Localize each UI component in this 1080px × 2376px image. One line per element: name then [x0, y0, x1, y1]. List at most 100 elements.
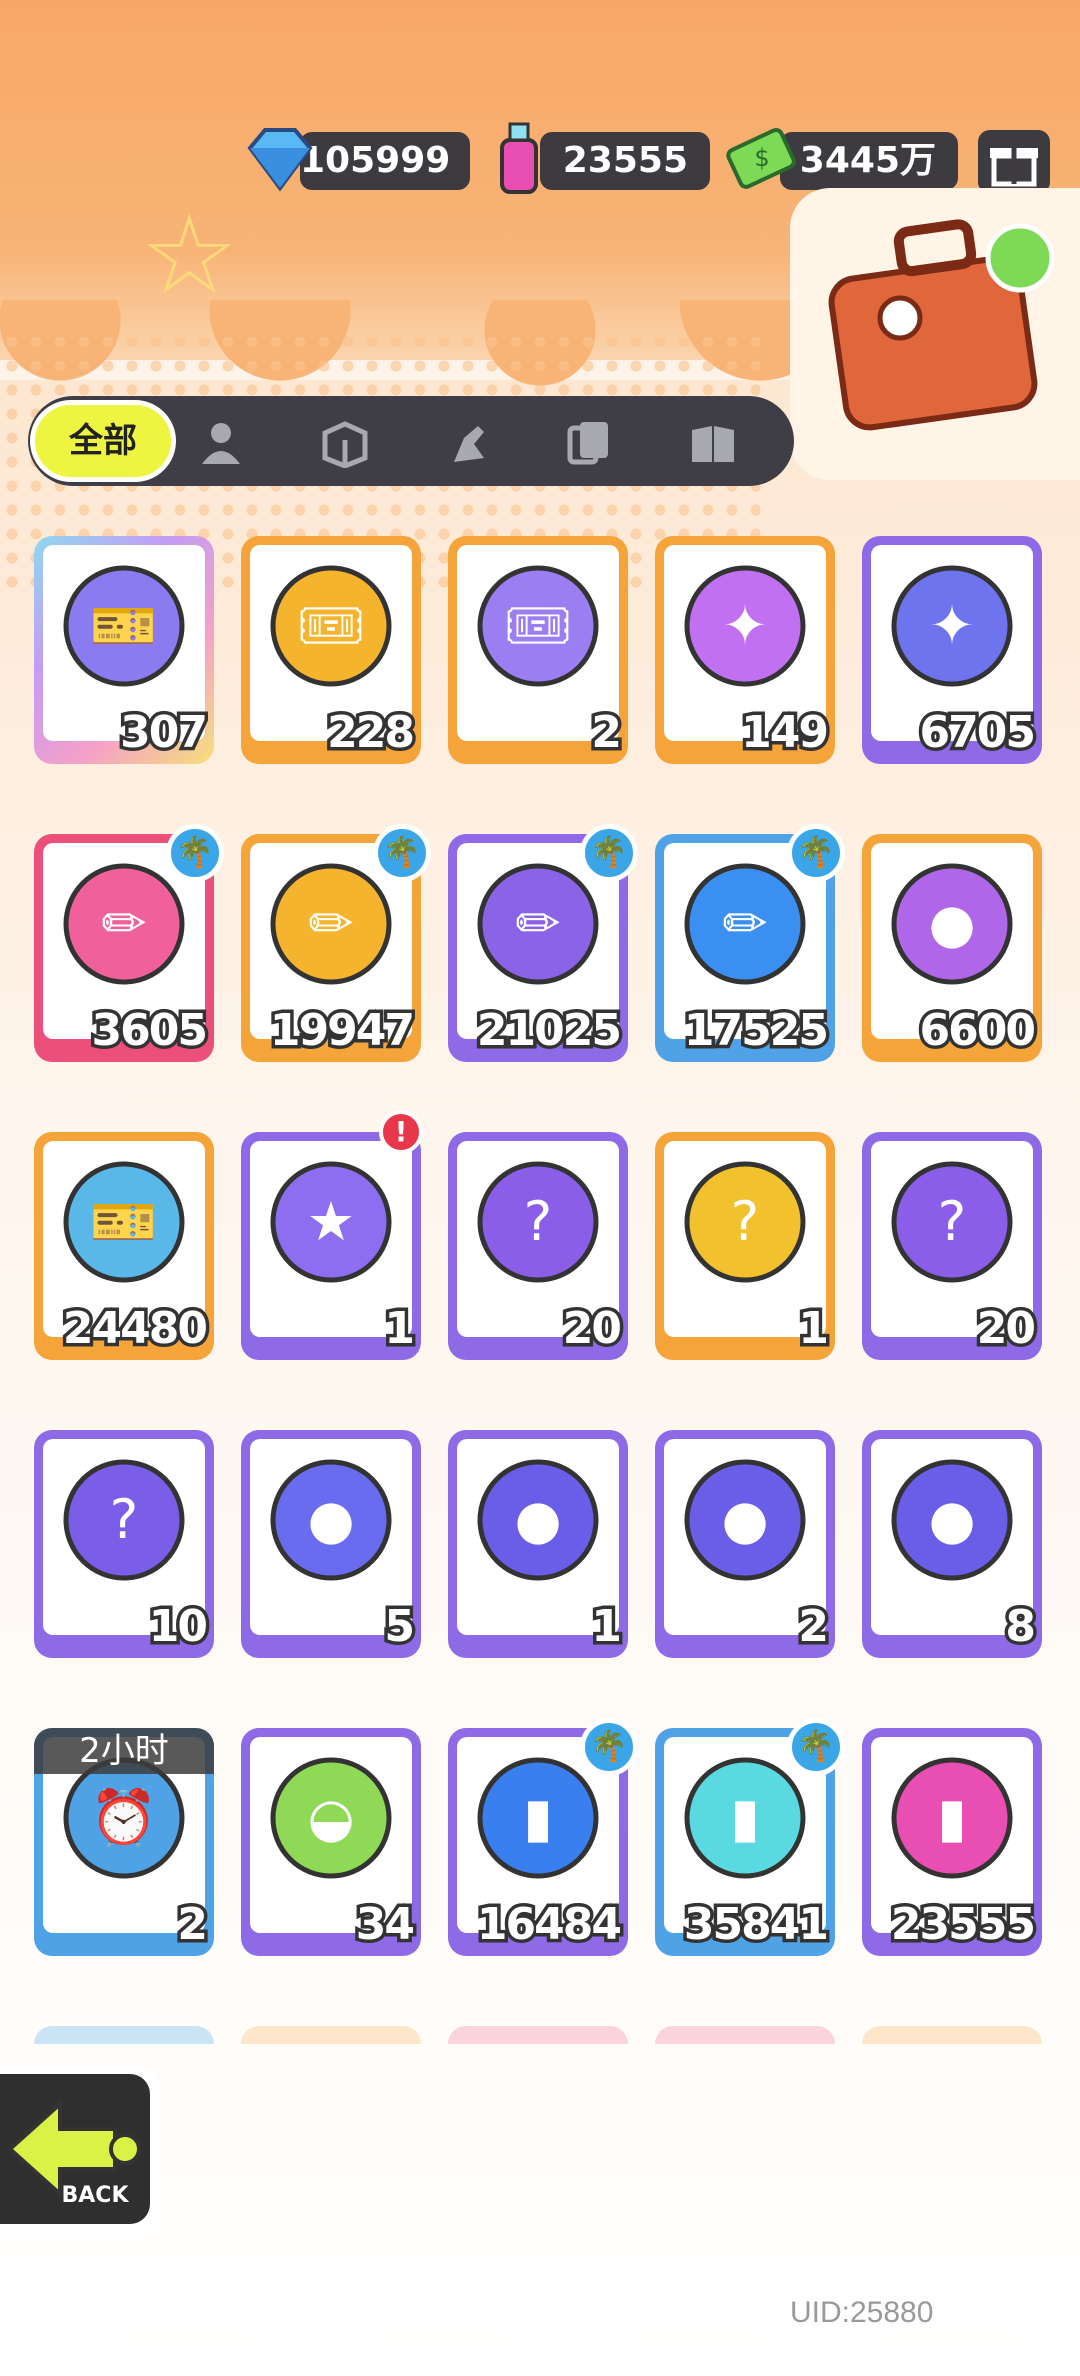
inventory-item-purple-crayon[interactable]: ✏ 🌴 21025	[448, 824, 638, 1062]
inventory-item-pet-ball-fish[interactable]: ● 5	[241, 1430, 421, 1658]
inventory-item-partial	[241, 2026, 421, 2044]
diamond-counter[interactable]: 105999	[300, 132, 470, 190]
inventory-item-green-cup[interactable]: ◒ 34	[241, 1728, 421, 1956]
inventory-item-deity-mystery-gold[interactable]: ? 1	[655, 1132, 835, 1360]
inventory-item-ticket-gold[interactable]: 🎟 228	[241, 536, 421, 764]
item-count: 1	[381, 1300, 419, 1358]
item-count: 2	[174, 1896, 212, 1954]
gift-icon	[990, 148, 1038, 187]
paint-counter[interactable]: 23555	[540, 132, 710, 190]
back-arrow-icon: BACK	[7, 2099, 141, 2208]
yellow-crayon-icon: ✏	[270, 863, 392, 985]
inventory-item-pet-ball-jelly[interactable]: ● 2	[655, 1430, 835, 1658]
star-decoration-icon: ☆	[140, 191, 239, 319]
inventory-item-mystery-egg[interactable]: ? 20	[448, 1132, 628, 1360]
money-counter[interactable]: 3445万	[780, 132, 958, 190]
inventory-item-partial	[655, 2026, 835, 2044]
book-icon[interactable]	[688, 418, 738, 468]
inventory-item-pink-crayon[interactable]: ✏ 🌴 3605	[34, 824, 224, 1062]
inventory-item-pink-spray-can[interactable]: ▮ 23555	[862, 1728, 1042, 1956]
svg-text:✏: ✏	[308, 892, 353, 955]
inventory-item-blue-crayon[interactable]: ✏ 🌴 17525	[655, 824, 845, 1062]
svg-text:✏: ✏	[101, 892, 146, 955]
blue-star-icon: ✦	[891, 565, 1013, 687]
back-button-body: BACK	[0, 2074, 150, 2224]
box-icon[interactable]	[320, 418, 370, 468]
inventory-item-partial	[34, 2026, 214, 2044]
item-count: 8	[1002, 1598, 1040, 1656]
svg-text:◒: ◒	[307, 1786, 354, 1849]
tab-all[interactable]: 全部	[30, 400, 176, 482]
diamond-icon	[247, 128, 313, 192]
svg-text:🎟: 🎟	[297, 594, 366, 657]
paint-value: 23555	[562, 140, 688, 181]
inventory-item-season-ticket[interactable]: 🎫 24480	[34, 1132, 214, 1360]
item-timer: 2小时	[34, 1728, 214, 1774]
item-count: 1	[588, 1598, 626, 1656]
svg-text:$: $	[754, 144, 769, 172]
pet-ball-jelly-icon: ●	[684, 1459, 806, 1581]
item-count: 34	[352, 1896, 418, 1954]
inventory-item-pet-ball-piranha[interactable]: ● 1	[448, 1430, 628, 1658]
ticket-purple-icon: 🎟	[477, 565, 599, 687]
item-count: 307	[117, 704, 212, 762]
inventory-item-color-ticket-rainbow[interactable]: 🎫 307	[34, 536, 214, 764]
inventory-item-pet-ball-plant[interactable]: ● 8	[862, 1430, 1042, 1658]
inventory-item-partial	[448, 2026, 628, 2044]
item-count: 23555	[887, 1896, 1039, 1954]
rainbow-star-icon: ✦	[684, 565, 806, 687]
inventory-item-travel-card[interactable]: ★! 1	[241, 1110, 423, 1360]
svg-text:✦: ✦	[929, 594, 974, 657]
item-count: 19947	[266, 1002, 418, 1060]
inventory-item-blue-star[interactable]: ✦ 6705	[862, 536, 1042, 764]
world-travel-button[interactable]	[790, 188, 1080, 480]
svg-text:✏: ✏	[722, 892, 767, 955]
cool-badge-icon: ●	[891, 863, 1013, 985]
inventory-item-cool-badge[interactable]: ● 6600	[862, 834, 1042, 1062]
cards-icon[interactable]	[564, 418, 614, 468]
palm-tree-badge-icon: 🌴	[166, 824, 224, 882]
inventory-item-blue-spray-can[interactable]: ▮ 🌴 16484	[448, 1718, 638, 1956]
inventory-item-ticket-purple[interactable]: 🎟 2	[448, 536, 628, 764]
item-count: 20	[973, 1300, 1039, 1358]
person-icon[interactable]	[196, 418, 246, 468]
svg-text:✏: ✏	[515, 892, 560, 955]
blue-crayon-icon: ✏	[684, 863, 806, 985]
color-ticket-rainbow-icon: 🎫	[63, 565, 185, 687]
palm-tree-badge-icon: 🌴	[787, 1718, 845, 1776]
mystery-egg-icon: ?	[477, 1161, 599, 1283]
inventory-item-yellow-crayon[interactable]: ✏ 🌴 19947	[241, 824, 431, 1062]
item-count: 35841	[680, 1896, 832, 1954]
svg-text:●: ●	[721, 1488, 768, 1551]
svg-text:●: ●	[928, 1488, 975, 1551]
back-label: BACK	[62, 2183, 130, 2208]
inventory-item-deity-mystery-purple[interactable]: ? 20	[862, 1132, 1042, 1360]
item-count: 6705	[916, 704, 1040, 762]
svg-text:●: ●	[928, 892, 975, 955]
inventory-item-paint-tube[interactable]: ▮ 🌴 35841	[655, 1718, 845, 1956]
user-id: UID:25880	[790, 2296, 934, 2329]
pink-spray-can-icon: ▮	[891, 1757, 1013, 1879]
inventory-item-travel-card-mystery[interactable]: ? 10	[34, 1430, 214, 1658]
svg-text:🎫: 🎫	[90, 594, 157, 657]
svg-text:●: ●	[514, 1488, 561, 1551]
pet-ball-plant-icon: ●	[891, 1459, 1013, 1581]
item-count: 5	[381, 1598, 419, 1656]
back-button[interactable]: BACK	[0, 2066, 160, 2234]
inventory-item-rainbow-star[interactable]: ✦ 149	[655, 536, 835, 764]
svg-text:⏰: ⏰	[90, 1785, 157, 1849]
palm-tree-badge-icon: 🌴	[580, 824, 638, 882]
item-count: 16484	[473, 1896, 625, 1954]
gift-button[interactable]	[978, 130, 1050, 194]
item-count: 24480	[59, 1300, 211, 1358]
item-count: 17525	[680, 1002, 832, 1060]
inventory-item-alarm-clock[interactable]: ⏰ 2小时 2	[34, 1728, 214, 1956]
svg-text:★: ★	[307, 1190, 355, 1253]
hand-icon[interactable]	[444, 418, 494, 468]
pet-ball-piranha-icon: ●	[477, 1459, 599, 1581]
ticket-gold-icon: 🎟	[270, 565, 392, 687]
svg-text:🎟: 🎟	[504, 594, 573, 657]
travel-card-icon: ★	[270, 1161, 392, 1283]
money-value: 3445万	[799, 140, 936, 181]
alert-badge-icon: !	[379, 1110, 423, 1154]
